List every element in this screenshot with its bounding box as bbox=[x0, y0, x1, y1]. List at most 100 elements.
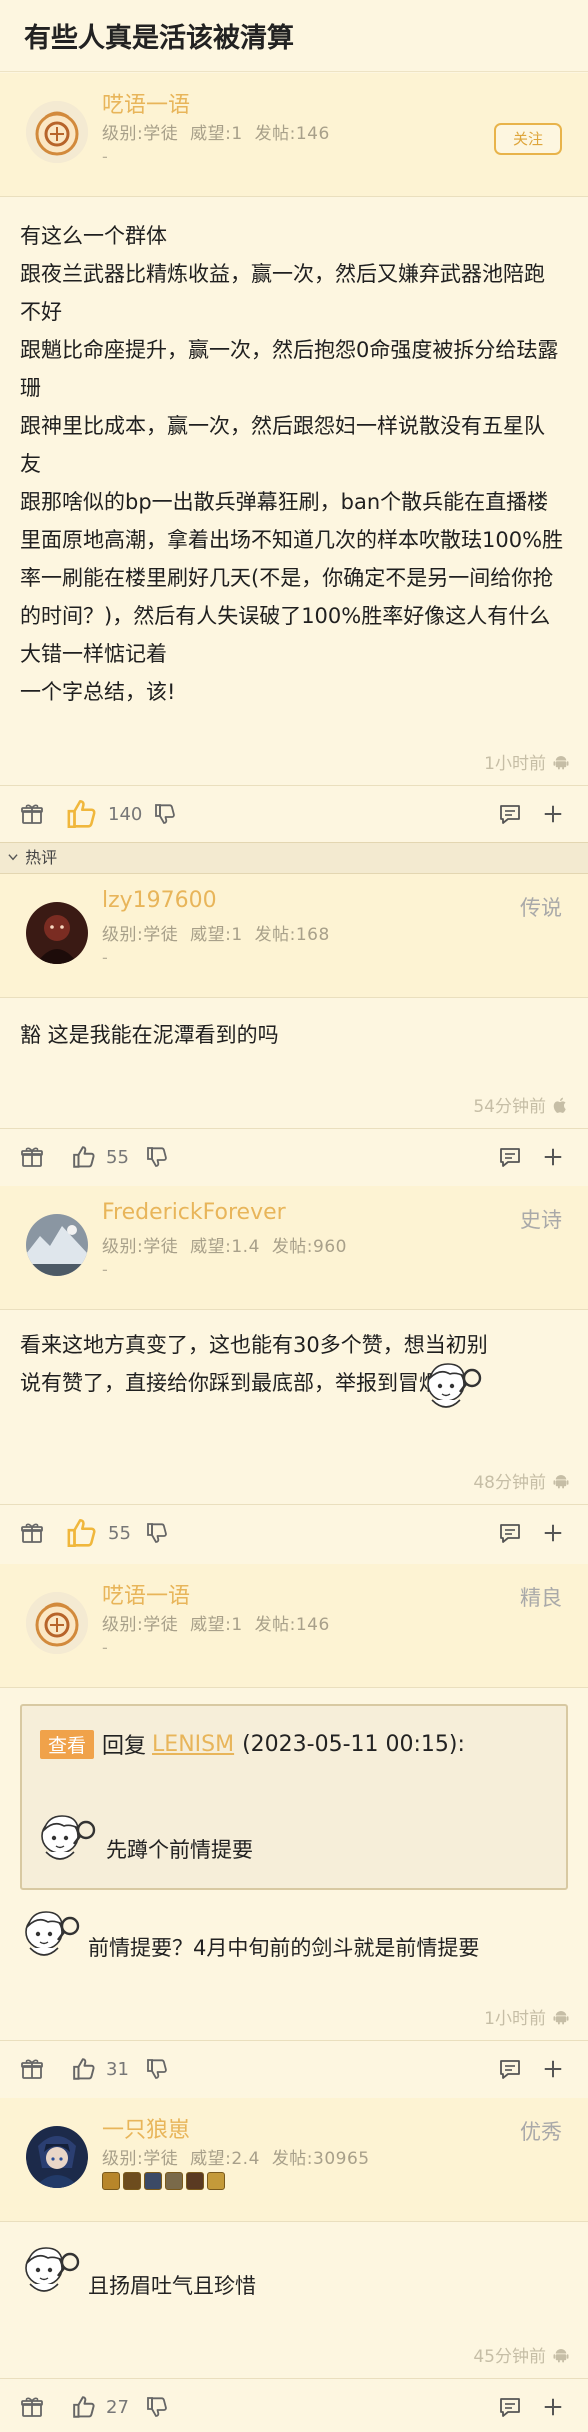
gift-button[interactable] bbox=[20, 1505, 44, 1561]
post-meta: 54分钟前 bbox=[473, 1092, 570, 1117]
dislike-button[interactable] bbox=[146, 2041, 170, 2097]
dislike-button[interactable] bbox=[146, 1129, 170, 1185]
thumbs-down-icon bbox=[146, 1145, 170, 1169]
user-signature: - bbox=[102, 948, 108, 967]
thumbs-up-icon bbox=[66, 1516, 100, 1550]
gift-button[interactable] bbox=[20, 1129, 44, 1185]
post-time: 54分钟前 bbox=[473, 1097, 546, 1117]
action-bar: 55 bbox=[0, 1128, 588, 1184]
user-level: 级别:学徒 bbox=[102, 1615, 179, 1635]
quote-user-link[interactable]: LENISM bbox=[152, 1732, 234, 1757]
avatar[interactable] bbox=[26, 902, 88, 964]
username[interactable]: lzy197600 bbox=[102, 888, 217, 913]
user-post-count: 发帖:168 bbox=[254, 925, 330, 945]
main-post: 呓语一语 级别:学徒 威望:1 发帖:146 - 关注 有这么一个群体 跟夜兰武… bbox=[0, 73, 588, 843]
body-line: 跟那啥似的bp一出散兵弹幕狂刷，ban个散兵能在直播楼里面原地高潮，拿着出场不知… bbox=[20, 490, 564, 666]
dislike-button[interactable] bbox=[146, 1505, 170, 1561]
more-button[interactable] bbox=[542, 1505, 564, 1561]
follow-button[interactable]: 关注 bbox=[494, 123, 562, 155]
gift-icon bbox=[20, 1145, 44, 1169]
user-tag: 精良 bbox=[520, 1586, 562, 1610]
view-quote-button[interactable]: 查看 bbox=[40, 1729, 95, 1759]
more-button[interactable] bbox=[542, 1129, 564, 1185]
user-post-count: 发帖:30965 bbox=[271, 2149, 370, 2169]
comment-button[interactable] bbox=[498, 2379, 522, 2432]
like-button[interactable]: 31 bbox=[72, 2041, 129, 2097]
user-signature: - bbox=[102, 1638, 108, 1657]
user-post-count: 发帖:960 bbox=[271, 1237, 347, 1257]
user-level: 级别:学徒 bbox=[102, 925, 179, 945]
medal-icon[interactable] bbox=[165, 2172, 183, 2190]
hot-label: 热评 bbox=[25, 848, 58, 867]
body-line: 一个字总结，该! bbox=[20, 680, 176, 704]
page-title: 有些人真是活该被清算 bbox=[24, 23, 294, 54]
post-meta: 1小时前 bbox=[484, 749, 570, 774]
user-prestige: 威望:1 bbox=[190, 925, 243, 945]
like-button[interactable]: 55 bbox=[66, 1505, 131, 1561]
dislike-button[interactable] bbox=[146, 2379, 170, 2432]
body-line: 跟夜兰武器比精炼收益，赢一次，然后又嫌弃武器池陪跑不好 bbox=[20, 262, 545, 324]
post-body: 有这么一个群体 跟夜兰武器比精炼收益，赢一次，然后又嫌弃武器池陪跑不好 跟魈比命… bbox=[20, 217, 564, 711]
username[interactable]: 呓语一语 bbox=[102, 87, 190, 119]
medal-icon[interactable] bbox=[186, 2172, 204, 2190]
post-body: 豁 这是我能在泥潭看到的吗 bbox=[20, 1023, 279, 1047]
like-count: 140 bbox=[108, 803, 143, 825]
gift-icon bbox=[20, 1521, 44, 1545]
dislike-button[interactable] bbox=[154, 786, 178, 842]
hot-comments-header[interactable]: 热评 bbox=[0, 842, 588, 874]
quote-text: 先蹲个前情提要 bbox=[106, 1838, 253, 1862]
user-signature: - bbox=[102, 147, 108, 166]
gift-icon bbox=[20, 802, 44, 826]
avatar[interactable] bbox=[26, 2126, 88, 2188]
more-button[interactable] bbox=[542, 2041, 564, 2097]
like-button[interactable]: 140 bbox=[66, 786, 142, 842]
comment-icon bbox=[498, 2057, 522, 2081]
user-prestige: 威望:1 bbox=[190, 1615, 243, 1635]
username[interactable]: FrederickForever bbox=[102, 1200, 286, 1225]
user-tag: 传说 bbox=[520, 896, 562, 920]
like-button[interactable]: 55 bbox=[72, 1129, 129, 1185]
gift-button[interactable] bbox=[20, 786, 44, 842]
post-header: 呓语一语 级别:学徒 威望:1 发帖:146 - 关注 bbox=[0, 73, 588, 197]
like-button[interactable]: 27 bbox=[72, 2379, 129, 2432]
username[interactable]: 一只狼崽 bbox=[102, 2112, 190, 2144]
action-bar: 140 bbox=[0, 785, 588, 841]
sticker-image bbox=[20, 2242, 84, 2298]
quote-header: 查看 回复 LENISM (2023-05-11 00:15): bbox=[40, 1728, 465, 1760]
avatar[interactable] bbox=[26, 101, 88, 163]
medal-icon[interactable] bbox=[144, 2172, 162, 2190]
more-button[interactable] bbox=[542, 2379, 564, 2432]
post-meta: 48分钟前 bbox=[473, 1468, 570, 1493]
user-signature: - bbox=[102, 1260, 108, 1279]
comment-button[interactable] bbox=[498, 1505, 522, 1561]
medal-icon[interactable] bbox=[207, 2172, 225, 2190]
post-header: 一只狼崽 级别:学徒 威望:2.4 发帖:30965 优秀 bbox=[0, 2098, 588, 2222]
comment-icon bbox=[498, 1521, 522, 1545]
user-prestige: 威望:1 bbox=[190, 124, 243, 144]
thumbs-up-icon bbox=[66, 797, 100, 831]
comment-icon bbox=[498, 1145, 522, 1169]
medal-icon[interactable] bbox=[102, 2172, 120, 2190]
medal-icon[interactable] bbox=[123, 2172, 141, 2190]
user-tag: 优秀 bbox=[520, 2120, 562, 2144]
gift-button[interactable] bbox=[20, 2379, 44, 2432]
user-level: 级别:学徒 bbox=[102, 124, 179, 144]
thumbs-down-icon bbox=[146, 2395, 170, 2419]
thumbs-up-icon bbox=[72, 2056, 98, 2082]
username[interactable]: 呓语一语 bbox=[102, 1578, 190, 1610]
more-button[interactable] bbox=[542, 786, 564, 842]
apple-icon bbox=[552, 1096, 570, 1114]
android-icon bbox=[552, 1472, 570, 1490]
comment-button[interactable] bbox=[498, 1129, 522, 1185]
android-icon bbox=[552, 2008, 570, 2026]
user-post-count: 发帖:146 bbox=[254, 1615, 330, 1635]
comment-button[interactable] bbox=[498, 2041, 522, 2097]
avatar[interactable] bbox=[26, 1214, 88, 1276]
comment-button[interactable] bbox=[498, 786, 522, 842]
post-time: 1小时前 bbox=[484, 2009, 546, 2029]
avatar[interactable] bbox=[26, 1592, 88, 1654]
post-time: 48分钟前 bbox=[473, 1473, 546, 1493]
gift-button[interactable] bbox=[20, 2041, 44, 2097]
user-tag: 史诗 bbox=[520, 1208, 562, 1232]
like-count: 27 bbox=[106, 2396, 129, 2418]
